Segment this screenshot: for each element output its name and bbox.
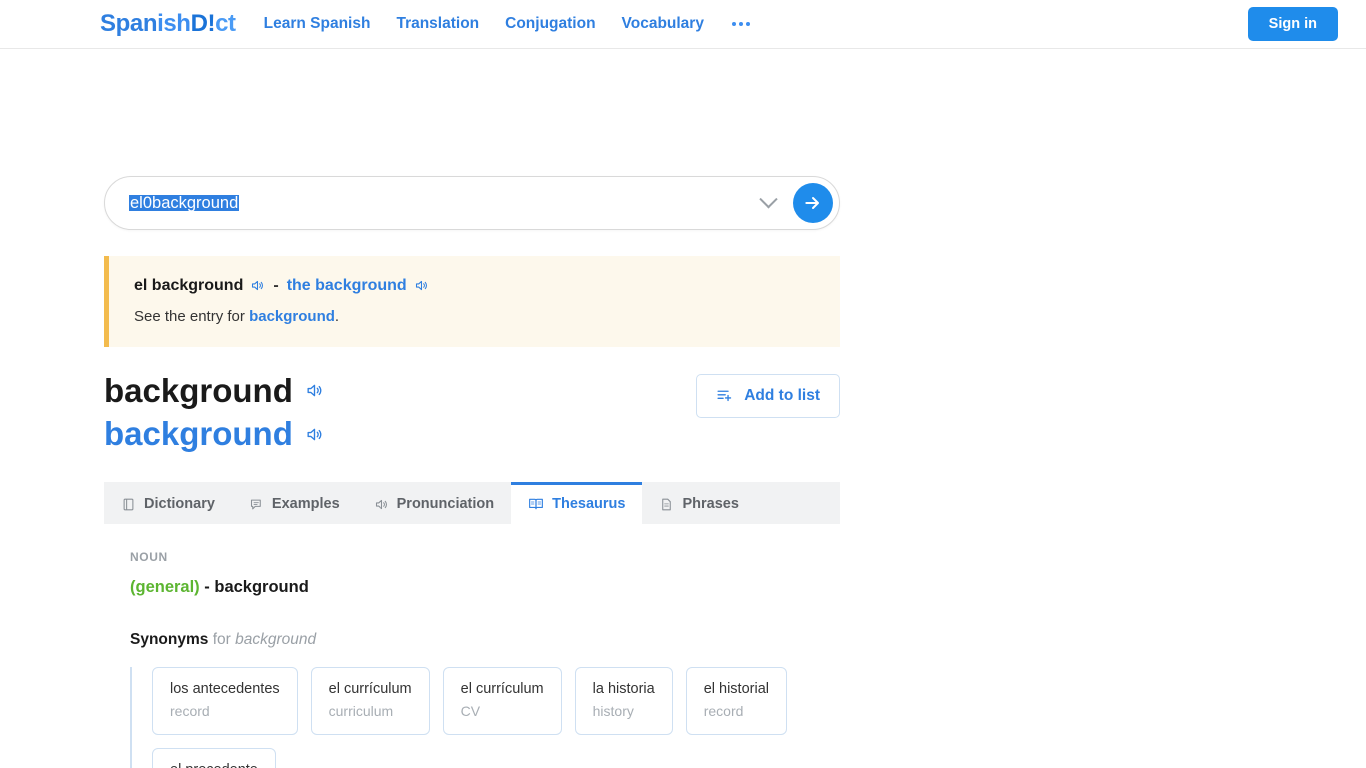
synonym-gloss: history (592, 702, 634, 719)
thesaurus-panel: NOUN (general) - background Synonyms for… (104, 524, 840, 768)
ellipsis-dot (731, 22, 736, 26)
notice-english-term[interactable]: the background (287, 276, 407, 295)
list-plus-icon (717, 390, 732, 402)
synonym-card[interactable]: el currículum CV (442, 667, 562, 735)
book-open-icon (529, 499, 544, 510)
nav-item-conjugation[interactable]: Conjugation (505, 16, 595, 32)
synonym-card[interactable]: los antecedentes record (152, 667, 298, 735)
chevron-down-icon[interactable] (759, 189, 778, 208)
add-to-list-label: Add to list (744, 386, 820, 404)
page-body: el0background el background - the backgr… (0, 176, 1366, 768)
synonym-gloss: record (703, 702, 744, 719)
synonym-term: el historial (703, 681, 769, 698)
speaker-icon[interactable] (250, 278, 265, 293)
main-content: el0background el background - the backgr… (104, 176, 840, 768)
speaker-icon[interactable] (414, 278, 429, 293)
search-input-value: el0background (129, 194, 240, 212)
headword-spanish: background (104, 371, 293, 409)
search-section: el0background (104, 176, 840, 230)
nav-item-learn-spanish[interactable]: Learn Spanish (264, 16, 371, 32)
speech-bubble-icon (250, 499, 261, 510)
ellipsis-icon[interactable] (730, 18, 752, 30)
synonym-term: el precedente (170, 761, 258, 768)
site-header: SpanishD!ct Learn Spanish Translation Co… (0, 0, 1366, 49)
tab-examples-label: Examples (271, 496, 340, 513)
speaker-icon (375, 499, 387, 509)
synonyms-for-word: for (212, 630, 231, 648)
synonym-gloss: CV (460, 702, 481, 719)
synonym-row: el precedente precedent (152, 747, 840, 768)
logo-part-2: ish (157, 10, 191, 37)
part-of-speech-label: NOUN (130, 549, 168, 564)
site-logo[interactable]: SpanishD!ct (100, 12, 236, 36)
synonyms-label: Synonyms (130, 630, 209, 648)
nav-item-translation[interactable]: Translation (396, 16, 479, 32)
search-submit-button[interactable] (793, 183, 833, 223)
document-icon (662, 498, 672, 511)
tab-pronunciation-label: Pronunciation (396, 496, 495, 513)
see-entry-prefix: See the entry for (134, 308, 245, 326)
entry-header: background background Add to list (104, 369, 840, 456)
synonym-gloss: record (170, 702, 210, 719)
headword-english: background (104, 415, 293, 453)
synonyms-heading: Synonyms for background (130, 631, 840, 650)
see-entry-link[interactable]: background (249, 308, 335, 325)
notice-spanish-term: el background (134, 277, 244, 294)
entry-tabs: Dictionary Examples Pronunciation Thesau… (104, 481, 840, 524)
logo-part-1: Span (100, 10, 158, 37)
tab-phrases[interactable]: Phrases (642, 482, 755, 524)
sense-dash: - (204, 577, 210, 596)
ellipsis-dot (738, 22, 743, 26)
tab-thesaurus[interactable]: Thesaurus (511, 481, 643, 524)
synonym-term: la historia (592, 681, 655, 698)
speaker-icon[interactable] (305, 425, 324, 444)
tab-dictionary-label: Dictionary (144, 496, 215, 513)
synonyms-target-word: background (235, 630, 317, 648)
ellipsis-dot (745, 22, 750, 26)
tab-dictionary[interactable]: Dictionary (104, 482, 232, 524)
synonym-row: los antecedentes record el currículum cu… (152, 667, 840, 735)
tab-pronunciation[interactable]: Pronunciation (357, 482, 511, 524)
synonym-card[interactable]: el currículum curriculum (310, 667, 430, 735)
notice-see-entry: See the entry for background. (134, 307, 816, 327)
speaker-icon[interactable] (305, 381, 324, 400)
synonym-card[interactable]: el precedente precedent (152, 747, 276, 768)
search-bar[interactable]: el0background (104, 176, 840, 230)
synonym-card[interactable]: la historia history (574, 667, 673, 735)
headword-spanish-row: background (104, 369, 324, 413)
synonym-term: los antecedentes (170, 681, 280, 698)
main-navigation: Learn Spanish Translation Conjugation Vo… (264, 16, 752, 32)
headword-english-row: background (104, 412, 324, 456)
entry-notice: el background - the background See the e… (104, 256, 840, 347)
synonyms-group: los antecedentes record el currículum cu… (130, 667, 840, 768)
add-to-list-button[interactable]: Add to list (696, 373, 840, 418)
see-entry-suffix: . (334, 308, 340, 326)
book-closed-icon (123, 498, 134, 511)
search-input[interactable]: el0background (129, 194, 762, 212)
synonym-term: el currículum (460, 681, 544, 698)
sense-translation: background (214, 577, 309, 596)
logo-part-3: D! (190, 10, 216, 37)
tab-examples[interactable]: Examples (232, 482, 357, 524)
sign-in-button[interactable]: Sign in (1247, 7, 1338, 41)
logo-part-4: ct (215, 10, 236, 37)
notice-dash: - (273, 277, 279, 294)
synonym-gloss: curriculum (328, 702, 394, 719)
notice-translation-line: el background - the background (134, 276, 816, 295)
headword-block: background background (104, 369, 324, 456)
synonym-term: el currículum (328, 681, 412, 698)
arrow-right-icon (805, 197, 819, 209)
tab-thesaurus-label: Thesaurus (552, 496, 626, 513)
sense-line: (general) - background (130, 578, 840, 598)
nav-item-vocabulary[interactable]: Vocabulary (622, 16, 704, 32)
sense-category: (general) (130, 577, 200, 596)
synonym-card[interactable]: el historial record (685, 667, 787, 735)
tab-phrases-label: Phrases (682, 496, 739, 513)
